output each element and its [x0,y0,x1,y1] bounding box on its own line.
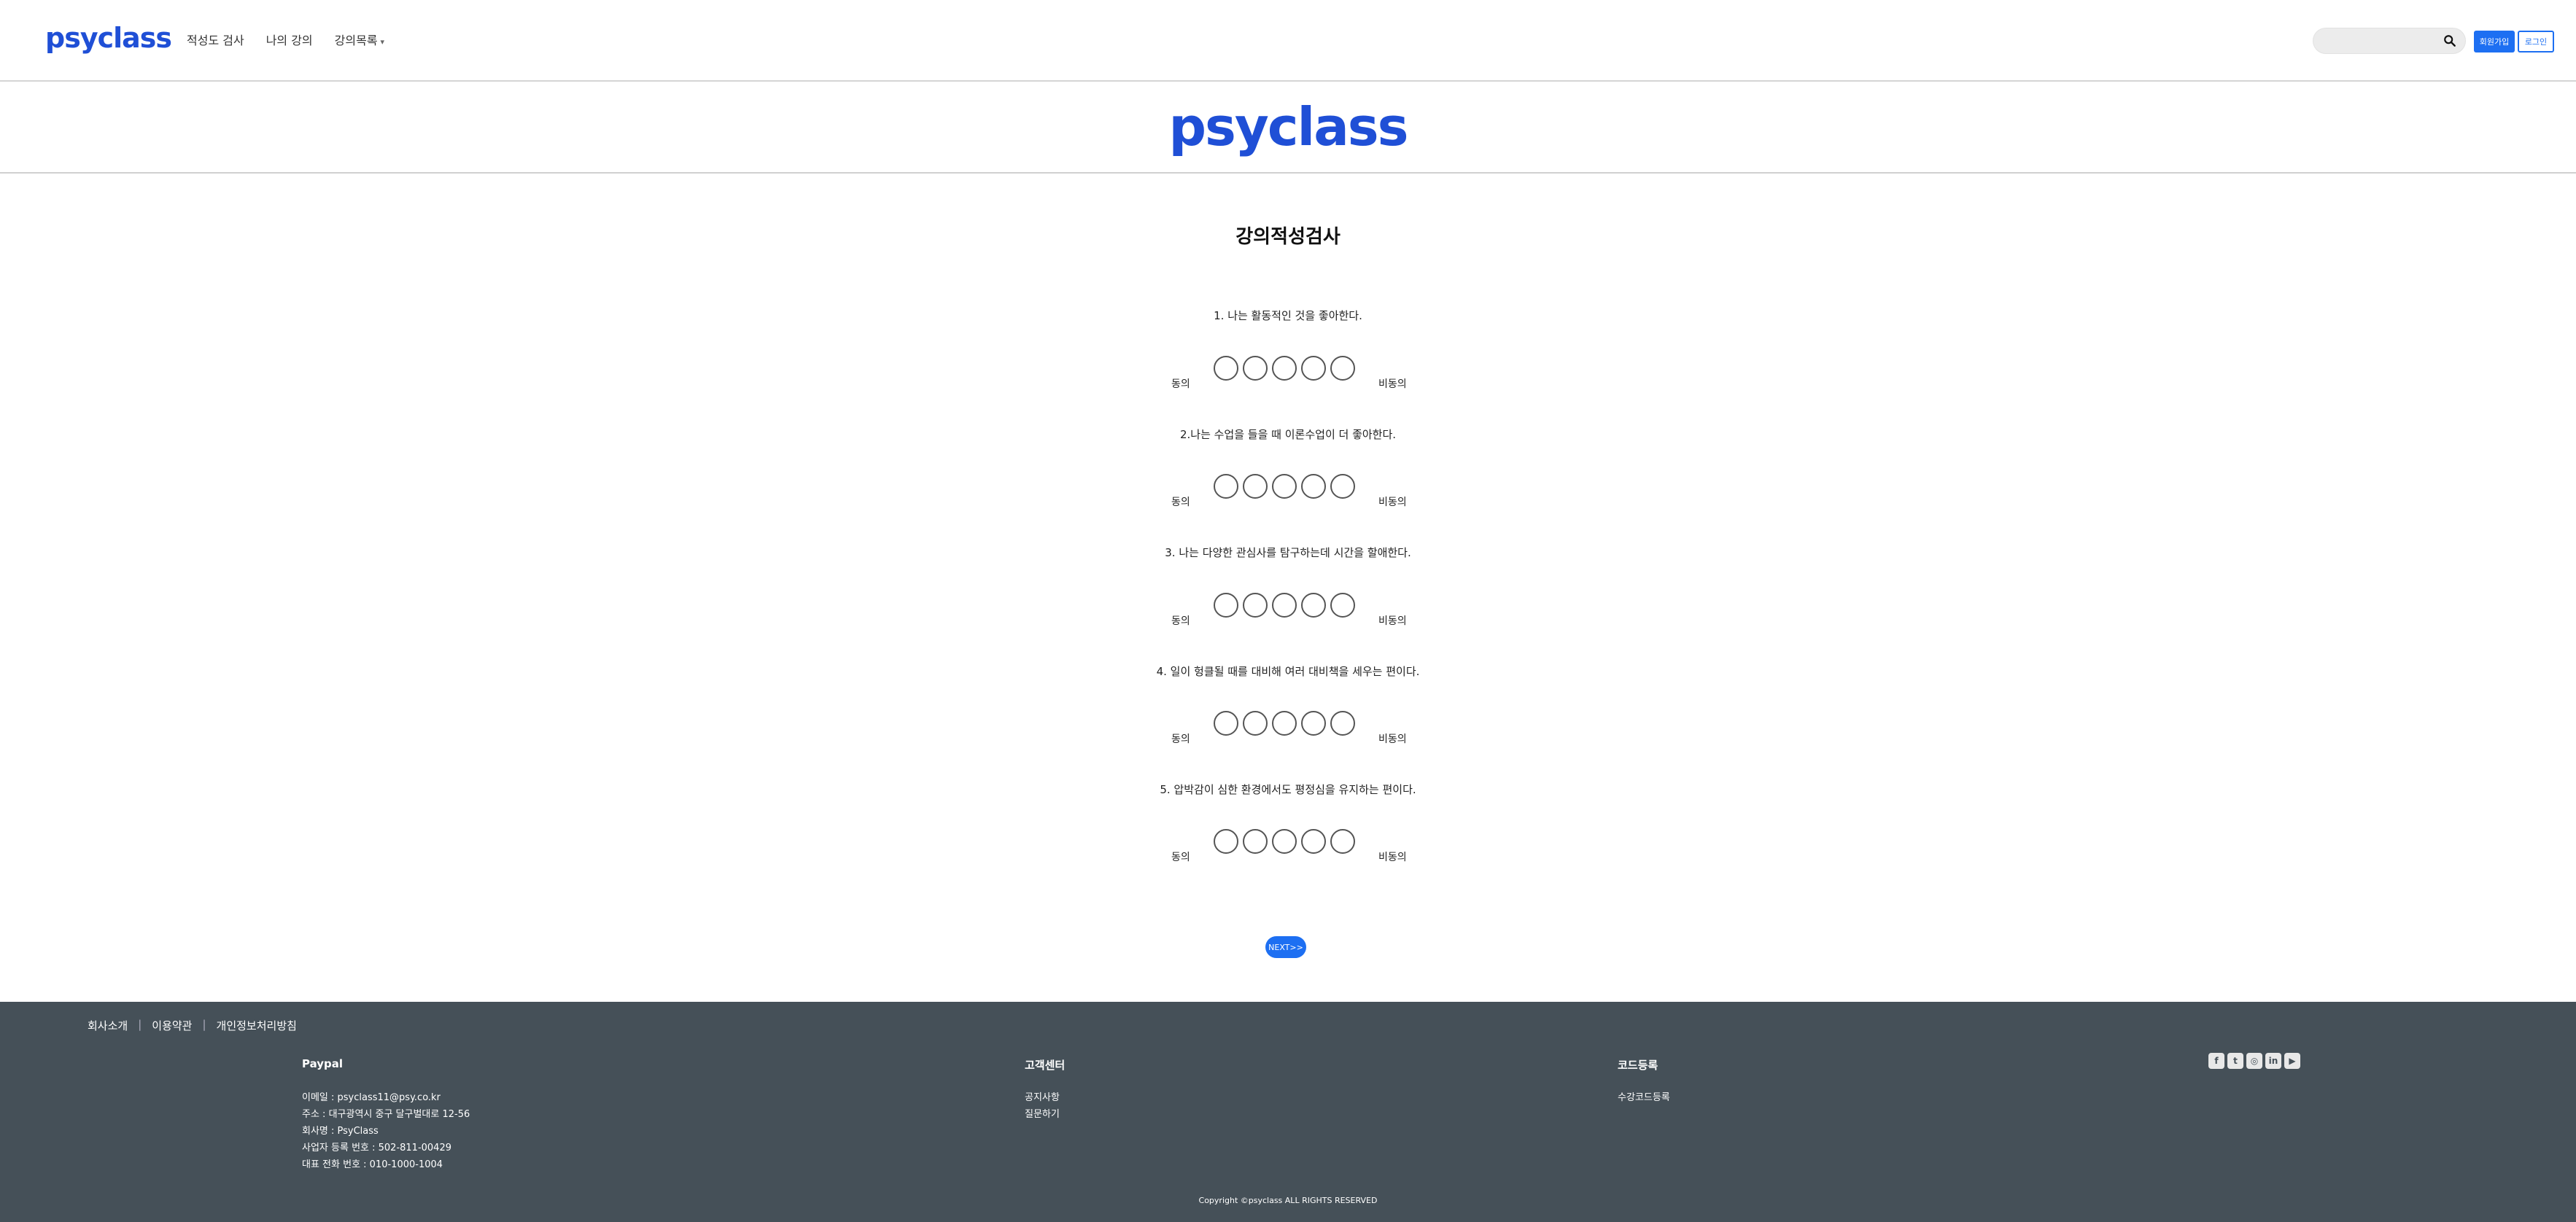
support-links: 공지사항 질문하기 [1025,1089,1060,1123]
footer-link-course-code[interactable]: 수강코드등록 [1618,1089,1670,1106]
q1-option-3[interactable] [1272,356,1297,381]
agree-label: 동의 [1171,615,1190,627]
twitter-icon[interactable]: t [2227,1053,2243,1069]
q1-option-1[interactable] [1214,356,1238,381]
nav-link-lecture-list[interactable]: 강의목록 ▾ [335,31,384,48]
q4-option-1[interactable] [1214,711,1238,736]
agree-label: 동의 [1171,852,1190,863]
divider: | [202,1018,206,1031]
disagree-label: 비동의 [1378,852,1407,863]
q2-option-1[interactable] [1214,474,1238,499]
answer-options [1214,356,1355,381]
q4-option-4[interactable] [1301,711,1326,736]
copyright-text: Copyright ©psyclass ALL RIGHTS RESERVED [1198,1196,1378,1205]
question-4-scale: 동의 비동의 [1167,711,1409,745]
footer-link-notice[interactable]: 공지사항 [1025,1089,1060,1106]
agree-label: 동의 [1171,378,1190,390]
signup-button[interactable]: 회원가입 [2474,31,2515,52]
question-3-scale: 동의 비동의 [1167,593,1409,627]
q3-option-3[interactable] [1272,593,1297,618]
footer-link-about[interactable]: 회사소개 [88,1018,128,1033]
q5-option-5[interactable] [1330,829,1355,854]
question-4-text: 4. 일이 헝클될 때를 대비해 여러 대비책을 세우는 편이다. [1156,665,1420,678]
q3-option-5[interactable] [1330,593,1355,618]
instagram-icon[interactable]: ◎ [2246,1053,2262,1069]
answer-options [1214,711,1355,736]
agree-label: 동의 [1171,733,1190,745]
code-links: 수강코드등록 [1618,1089,1670,1106]
question-2-scale: 동의 비동의 [1167,474,1409,508]
q2-option-5[interactable] [1330,474,1355,499]
business-number: 사업자 등록 번호 : 502-811-00429 [302,1143,451,1153]
q1-option-4[interactable] [1301,356,1326,381]
q1-option-2[interactable] [1243,356,1268,381]
q4-option-3[interactable] [1272,711,1297,736]
footer-link-privacy[interactable]: 개인정보처리방침 [217,1018,297,1033]
q3-option-4[interactable] [1301,593,1326,618]
q5-option-3[interactable] [1272,829,1297,854]
footer-link-ask[interactable]: 질문하기 [1025,1106,1060,1123]
top-navigation: psyclass 적성도 검사 나의 강의 강의목록 ▾ 회원가입 로그인 [0,0,2576,82]
brand-banner: psyclass [0,83,2576,174]
banner-logo: psyclass [1168,96,1409,157]
company-email: 이메일 : psyclass11@psy.co.kr [302,1092,441,1103]
disagree-label: 비동의 [1378,615,1407,627]
q2-option-2[interactable] [1243,474,1268,499]
q3-option-1[interactable] [1214,593,1238,618]
linkedin-icon[interactable]: in [2265,1053,2281,1069]
nav-link-aptitude-test[interactable]: 적성도 검사 [187,31,244,48]
site-footer: 회사소개 | 이용약관 | 개인정보처리방침 Paypal 이메일 : psyc… [0,1002,2576,1222]
answer-options [1214,474,1355,499]
question-2-text: 2.나는 수업을 들을 때 이론수업이 더 좋아한다. [1179,428,1397,441]
footer-links: 회사소개 | 이용약관 | 개인정보처리방침 [88,1018,297,1033]
main-menu: 적성도 검사 나의 강의 강의목록 ▾ [187,31,384,48]
q5-option-4[interactable] [1301,829,1326,854]
support-title: 고객센터 [1025,1059,1066,1072]
next-button[interactable]: NEXT>> [1265,936,1306,958]
disagree-label: 비동의 [1378,733,1407,745]
youtube-icon[interactable]: ▶ [2284,1053,2300,1069]
q5-option-1[interactable] [1214,829,1238,854]
nav-link-lecture-list-label: 강의목록 [334,34,378,47]
divider: | [138,1018,142,1031]
question-5-scale: 동의 비동의 [1167,829,1409,863]
q2-option-3[interactable] [1272,474,1297,499]
q1-option-5[interactable] [1330,356,1355,381]
phone-number: 대표 전화 번호 : 010-1000-1004 [302,1159,443,1170]
social-links: f t ◎ in ▶ [2208,1053,2300,1069]
nav-link-my-lectures[interactable]: 나의 강의 [266,31,313,48]
disagree-label: 비동의 [1378,378,1407,390]
facebook-icon[interactable]: f [2208,1053,2224,1069]
login-button[interactable]: 로그인 [2518,31,2554,52]
disagree-label: 비동의 [1378,497,1407,508]
page-title: 강의적성검사 [1235,226,1341,248]
question-1-text: 1. 나는 활동적인 것을 좋아한다. [1214,309,1362,322]
q2-option-4[interactable] [1301,474,1326,499]
search-input[interactable] [2313,28,2437,53]
q4-option-2[interactable] [1243,711,1268,736]
company-address: 주소 : 대구광역시 중구 달구벌대로 12-56 [302,1109,470,1120]
q3-option-2[interactable] [1243,593,1268,618]
company-name: 회사명 : PsyClass [302,1126,379,1137]
footer-link-terms[interactable]: 이용약관 [152,1018,192,1033]
search-icon[interactable] [2443,34,2456,47]
company-info: 이메일 : psyclass11@psy.co.kr 주소 : 대구광역시 중구… [302,1089,470,1173]
search-box [2313,28,2466,54]
company-title: Paypal [302,1057,344,1070]
agree-label: 동의 [1171,497,1190,508]
answer-options [1214,829,1355,854]
q4-option-5[interactable] [1330,711,1355,736]
answer-options [1214,593,1355,618]
q5-option-2[interactable] [1243,829,1268,854]
header-logo[interactable]: psyclass [45,22,172,54]
question-5-text: 5. 압박감이 심한 환경에서도 평정심을 유지하는 편이다. [1160,783,1416,796]
chevron-down-icon: ▾ [380,37,385,47]
question-3-text: 3. 나는 다양한 관심사를 탐구하는데 시간을 할애한다. [1165,546,1411,559]
question-1-scale: 동의 비동의 [1167,356,1409,390]
code-title: 코드등록 [1618,1059,1659,1072]
